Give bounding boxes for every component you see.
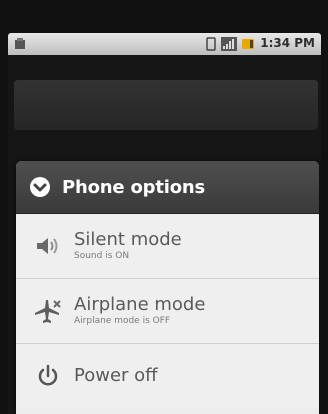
signal-icon xyxy=(221,37,237,51)
phone-options-dialog: Phone options Silent mode Sound is ON Ai… xyxy=(16,161,319,414)
status-time: 1:34 PM xyxy=(260,36,315,50)
status-bar: 1:34 PM xyxy=(8,33,321,55)
notification-icon xyxy=(15,38,25,49)
battery-icon xyxy=(242,39,254,49)
vibrate-icon xyxy=(206,37,216,51)
power-off-label: Power off xyxy=(74,365,158,386)
silent-mode-status: Sound is ON xyxy=(74,251,130,261)
search-widget xyxy=(14,80,318,130)
power-off-option[interactable]: Power off xyxy=(16,344,319,408)
silent-mode-label: Silent mode xyxy=(74,229,182,250)
speaker-icon xyxy=(30,235,66,257)
airplane-mode-status: Airplane mode is OFF xyxy=(74,316,171,326)
airplane-mode-option[interactable]: Airplane mode Airplane mode is OFF xyxy=(16,279,319,344)
silent-mode-option[interactable]: Silent mode Sound is ON xyxy=(16,214,319,279)
dialog-title: Phone options xyxy=(62,176,205,198)
airplane-mode-label: Airplane mode xyxy=(74,294,206,315)
airplane-icon xyxy=(30,298,66,324)
phone-screen: 1:34 PM Phone options Silent mode Sound … xyxy=(0,0,328,414)
power-icon xyxy=(30,364,66,388)
dialog-header: Phone options xyxy=(16,161,319,214)
chevron-down-icon xyxy=(28,175,52,199)
